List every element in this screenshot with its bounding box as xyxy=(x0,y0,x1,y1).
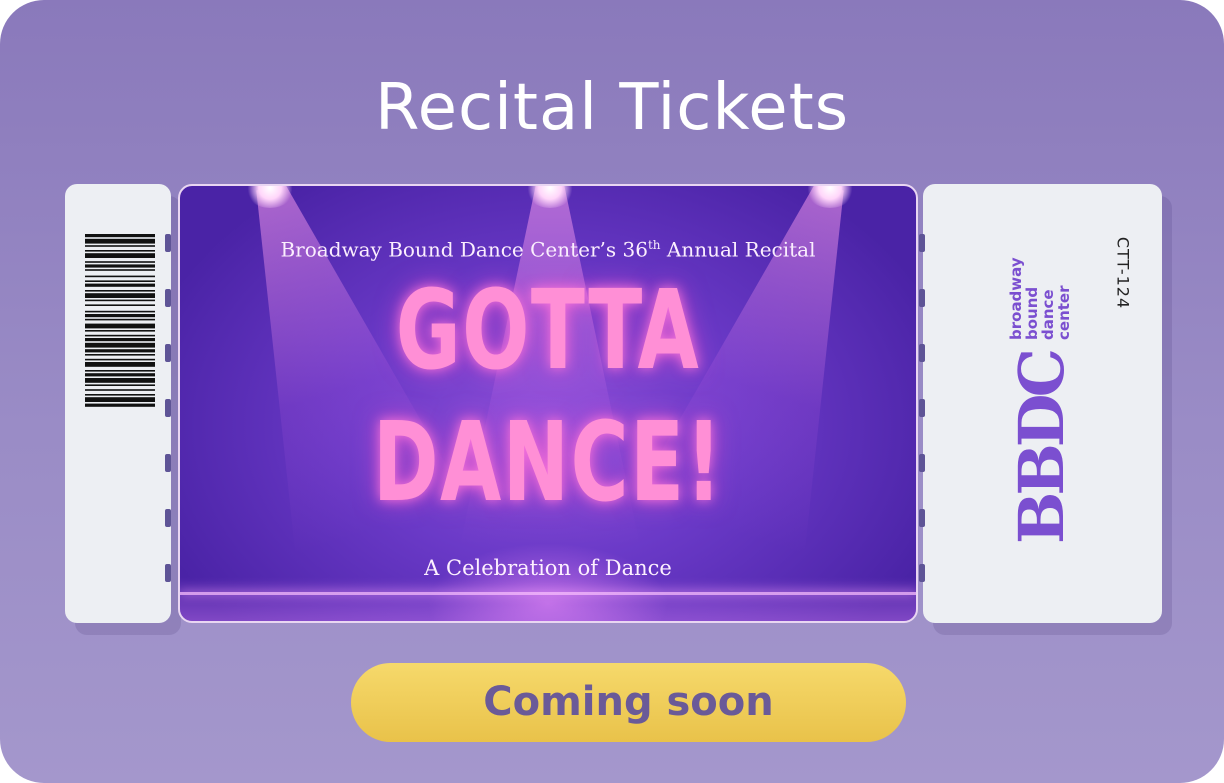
ticket-right-stub: CTT-124 BBDC broadway bound dance center xyxy=(919,184,1162,623)
svg-text:center: center xyxy=(1055,285,1073,340)
svg-text:BBDC: BBDC xyxy=(1005,350,1078,544)
headline-line-1: GOTTA xyxy=(395,266,701,394)
recital-subtitle: Broadway Bound Dance Center’s 36th Annua… xyxy=(280,237,816,262)
coming-soon-button[interactable]: Coming soon xyxy=(351,663,906,742)
barcode-icon xyxy=(85,234,155,407)
page-title: Recital Tickets xyxy=(374,71,850,145)
recital-tickets-card: Recital Tickets Broadway Bound Dance Cen… xyxy=(0,0,1224,783)
ticket-code: CTT-124 xyxy=(1113,236,1133,310)
ticket-left-stub xyxy=(65,184,171,623)
stub-perforation xyxy=(919,184,927,623)
stub-perforation xyxy=(165,184,173,623)
headline-line-2: DANCE! xyxy=(372,398,724,526)
bbdc-logo: BBDC broadway bound dance center xyxy=(1005,257,1078,544)
tagline: A Celebration of Dance xyxy=(424,556,672,580)
ticket-main: Broadway Bound Dance Center’s 36th Annua… xyxy=(178,184,918,623)
